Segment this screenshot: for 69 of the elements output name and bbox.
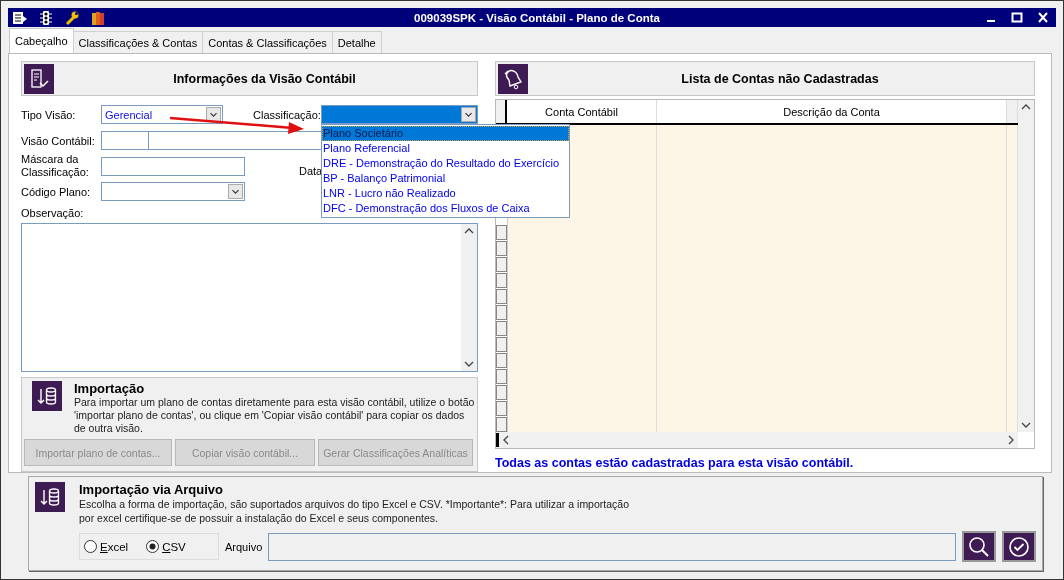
- visao-code-field[interactable]: [101, 131, 149, 150]
- row-selector[interactable]: [496, 385, 507, 400]
- scroll-up-icon[interactable]: [464, 227, 474, 235]
- traffic-light-icon[interactable]: [38, 9, 54, 26]
- header-filler: [1007, 100, 1018, 123]
- check-circle-icon: [1007, 534, 1031, 559]
- row-selector[interactable]: [496, 369, 507, 384]
- dropdown-option[interactable]: BP - Balanço Patrimonial: [322, 171, 569, 186]
- field-label: Tipo Visão:: [21, 108, 77, 121]
- scroll-down-icon[interactable]: [464, 360, 474, 368]
- radio-circle-icon: [84, 540, 97, 553]
- tab[interactable]: Classificações & Contas: [72, 31, 204, 53]
- scroll-down-icon[interactable]: [1021, 421, 1031, 429]
- field-label: Código Plano:: [21, 185, 92, 198]
- row-selector[interactable]: [496, 353, 507, 368]
- row-selector[interactable]: [496, 305, 507, 320]
- row-selector[interactable]: [496, 225, 507, 240]
- confirm-button[interactable]: [1002, 531, 1036, 562]
- classificacao-dropdown[interactable]: [321, 105, 478, 124]
- dropdown-option[interactable]: DFC - Demonstração dos Fluxos de Caixa: [322, 201, 569, 216]
- scroll-right-icon[interactable]: [1007, 435, 1015, 445]
- field-label: Classificação:: [253, 108, 321, 121]
- field-label: Observação:: [21, 207, 85, 219]
- format-radio[interactable]: Excel: [84, 540, 129, 553]
- scroll-left-icon[interactable]: [502, 435, 510, 445]
- horizontal-scrollbar[interactable]: [496, 432, 1018, 448]
- description-text: Escolha a forma de importação, são suportados arquivos do tipo Excel e CSV. *Importante*: Para utilizar a importação por excel certifique-se de possuir a instalação do Excel e seus componentes.: [79, 497, 630, 525]
- scroll-up-icon[interactable]: [1021, 103, 1031, 111]
- status-message: Todas as contas estão cadastradas para esta visão contábil.: [495, 456, 855, 470]
- tab[interactable]: Cabeçalho: [9, 28, 74, 53]
- section-title: Informações da Visão Contábil: [172, 71, 357, 86]
- format-radio[interactable]: CSV: [146, 540, 186, 553]
- tab[interactable]: Detalhe: [331, 31, 382, 53]
- dropdown-option[interactable]: LNR - Lucro não Realizado: [322, 186, 569, 201]
- dropdown-caret-icon[interactable]: [228, 184, 243, 199]
- wrench-icon[interactable]: [64, 9, 80, 26]
- mascara-field[interactable]: [101, 156, 245, 176]
- row-selector[interactable]: [496, 289, 507, 304]
- observacao-field[interactable]: [21, 223, 478, 372]
- field-label: Máscara da Classificação:: [21, 153, 90, 179]
- row-selector[interactable]: [496, 401, 507, 416]
- description-text: Para importar um plano de contas diretamente para esta visão contábil, utilize o botão 'importar plano de contas', ou clique em 'Copiar visão contábil' para copiar os dados de outra visão.: [74, 396, 475, 435]
- dropdown-caret-icon[interactable]: [461, 107, 476, 122]
- search-button[interactable]: [962, 531, 996, 562]
- field-label: Arquivo: [225, 540, 263, 553]
- tipo-visao-dropdown[interactable]: Gerencial: [101, 105, 223, 124]
- field-label: Data: [299, 165, 323, 177]
- row-selector[interactable]: [496, 337, 507, 352]
- column-header[interactable]: Conta Contábil: [507, 100, 657, 123]
- field-label: Visão Contábil:: [21, 134, 96, 147]
- codigo-plano-dropdown[interactable]: [101, 182, 245, 201]
- row-selector[interactable]: [496, 241, 507, 256]
- radio-circle-icon: [146, 540, 160, 553]
- window-title: 009039SPK - Visão Contábil - Plano de Conta: [413, 11, 661, 24]
- section-title: Importação via Arquivo: [79, 482, 224, 497]
- section-title: Importação: [74, 381, 146, 396]
- section-title: Lista de Contas não Cadastradas: [680, 71, 880, 86]
- file-path-field[interactable]: [268, 532, 956, 561]
- dropdown-option[interactable]: DRE - Demonstração do Resultado do Exercício: [322, 156, 569, 171]
- vertical-scrollbar[interactable]: [1018, 100, 1034, 432]
- row-selector[interactable]: [496, 321, 507, 336]
- dropdown-option[interactable]: Plano Referencial: [322, 141, 569, 156]
- vertical-scrollbar[interactable]: [461, 224, 477, 371]
- row-selector[interactable]: [496, 257, 507, 272]
- search-icon: [967, 534, 991, 559]
- dropdown-option[interactable]: Plano Societário: [322, 126, 569, 141]
- books-icon[interactable]: [90, 9, 106, 26]
- row-selector[interactable]: [496, 273, 507, 288]
- list-arrow-icon[interactable]: [12, 9, 28, 26]
